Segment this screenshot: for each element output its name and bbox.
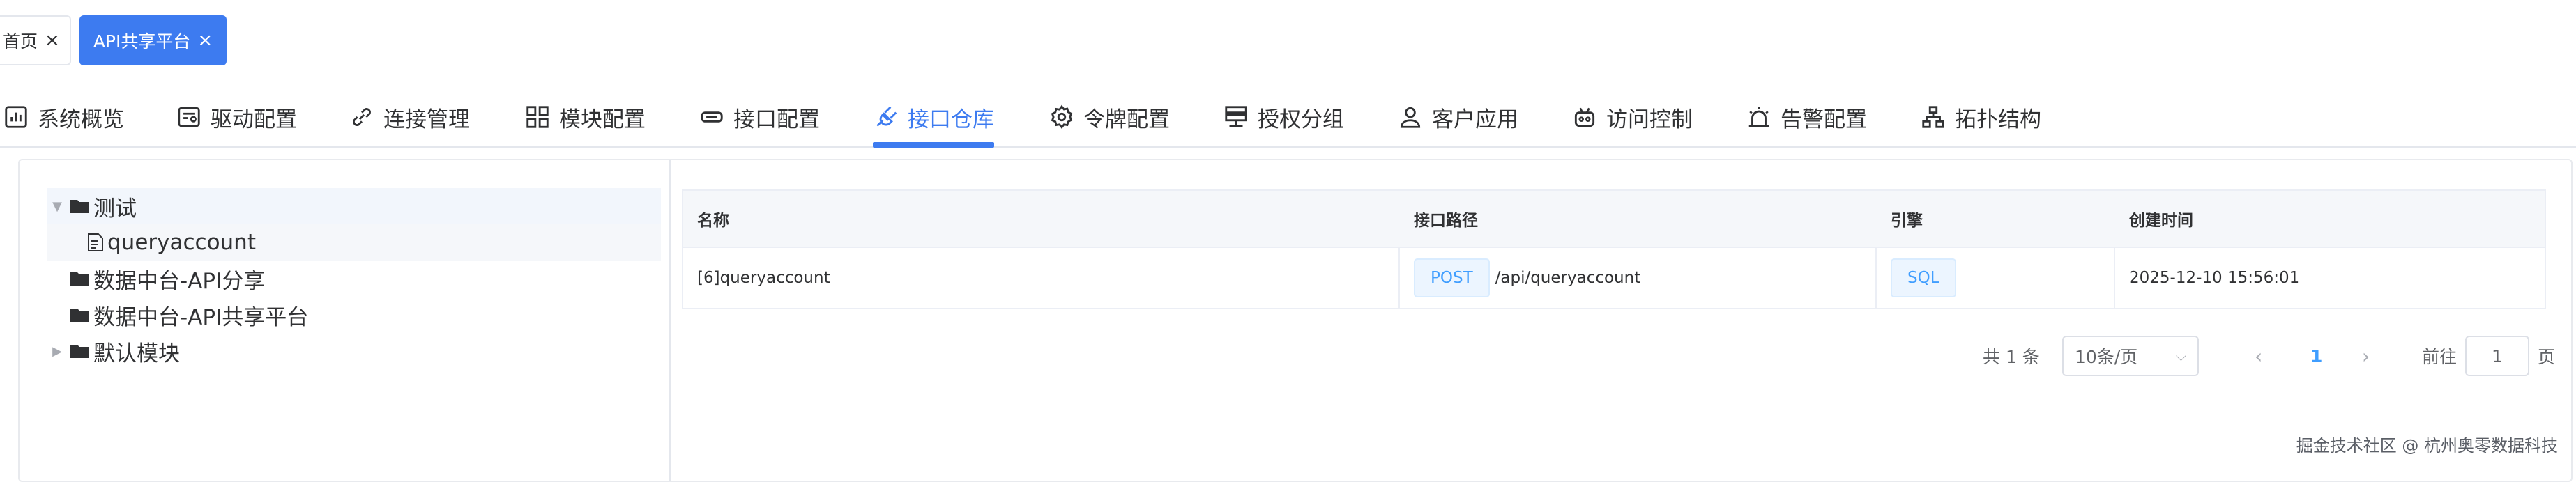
tab-system-overview[interactable]: 系统概览: [3, 88, 124, 146]
tab-client-apps[interactable]: 客户应用: [1397, 88, 1518, 146]
content-panel: ▼ 测试 queryaccount 数据中台-API分享 数据中台-API共享平…: [18, 159, 2573, 482]
tab-auth-group[interactable]: 授权分组: [1223, 88, 1344, 146]
tree-node-api-share[interactable]: 数据中台-API分享: [47, 261, 661, 297]
user-icon: [1400, 107, 1421, 128]
chevron-down-icon: ⌵: [2175, 348, 2186, 364]
tree-node-queryaccount[interactable]: queryaccount: [47, 224, 661, 261]
method-tag: POST: [1414, 258, 1490, 297]
pagination-total: 共 1 条: [1983, 347, 2040, 367]
tag-strip: 首页 × API共享平台 ×: [0, 15, 229, 65]
grid-icon: [526, 106, 549, 128]
tab-label: 客户应用: [1432, 107, 1518, 132]
folder-open-icon: [70, 200, 89, 213]
page-size-select[interactable]: 10条/页 ⌵: [2062, 336, 2199, 376]
plug-icon: [876, 106, 897, 127]
driver-icon: [178, 107, 200, 127]
tab-topology[interactable]: 拓扑结构: [1920, 88, 2041, 146]
bar-chart-icon: [5, 106, 27, 128]
tab-alarm-config[interactable]: 告警配置: [1746, 88, 1867, 146]
tab-interface-config[interactable]: 接口配置: [699, 88, 820, 146]
path-text: /api/queryaccount: [1495, 269, 1641, 287]
tab-label: 连接管理: [383, 107, 470, 132]
tag-api-platform-label: API共享平台: [93, 31, 191, 52]
tab-label: 系统概览: [38, 107, 124, 132]
engine-tag: SQL: [1891, 258, 1956, 297]
tag-api-platform[interactable]: API共享平台 ×: [79, 15, 227, 65]
tab-access-control[interactable]: 访问控制: [1571, 88, 1693, 146]
cell-path: POST /api/queryaccount: [1400, 248, 1877, 308]
tab-label: 令牌配置: [1083, 107, 1170, 132]
tree-node-label: queryaccount: [107, 230, 256, 255]
api-table: 名称 接口路径 引擎 创建时间 [6]queryaccount POST /ap…: [682, 189, 2546, 309]
page-number-current[interactable]: 1: [2310, 336, 2322, 376]
close-icon[interactable]: ×: [45, 31, 60, 49]
split-divider[interactable]: [669, 160, 671, 481]
file-icon: [88, 233, 103, 251]
tag-home-label: 首页: [3, 31, 38, 52]
watermark: 掘金技术社区 @ 杭州奥零数据科技: [2296, 436, 2558, 456]
robot-icon: [1574, 107, 1595, 127]
caret-down-icon[interactable]: ▼: [47, 199, 67, 214]
goto-page-input[interactable]: 1: [2465, 336, 2529, 376]
goto-label: 前往: [2422, 347, 2457, 367]
tab-label: 驱动配置: [211, 107, 297, 132]
tab-interface-repository[interactable]: 接口仓库: [873, 88, 994, 148]
prev-page-button[interactable]: ‹: [2255, 336, 2262, 376]
topology-icon: [1922, 106, 1944, 128]
gear-icon: [1051, 104, 1073, 130]
next-page-button[interactable]: ›: [2362, 336, 2370, 376]
tree-node-label: 数据中台-API共享平台: [93, 304, 309, 330]
alarm-icon: [1748, 107, 1769, 127]
folder-icon: [70, 309, 89, 322]
link-icon: [353, 108, 371, 126]
tab-connection-management[interactable]: 连接管理: [349, 88, 470, 146]
interface-icon: [701, 111, 723, 123]
column-header[interactable]: 接口路径: [1400, 191, 1877, 247]
tab-label: 接口配置: [733, 107, 820, 132]
column-header[interactable]: 引擎: [1877, 191, 2115, 247]
tag-home[interactable]: 首页 ×: [0, 15, 71, 65]
column-header[interactable]: 名称: [683, 191, 1400, 247]
tab-label: 访问控制: [1606, 107, 1693, 132]
column-header[interactable]: 创建时间: [2115, 191, 2543, 247]
close-icon[interactable]: ×: [197, 31, 213, 49]
cell-name: [6]queryaccount: [683, 248, 1400, 308]
tab-token-config[interactable]: 令牌配置: [1049, 88, 1170, 146]
table-row[interactable]: [6]queryaccount POST /api/queryaccount S…: [683, 248, 2545, 309]
page-size-value: 10条/页: [2075, 347, 2138, 367]
table-header: 名称 接口路径 引擎 创建时间: [683, 191, 2545, 248]
tree-node-label: 测试: [93, 196, 137, 221]
pagination: 共 1 条 10条/页 ⌵ ‹ 1 › 前往 1 页: [20, 336, 2555, 376]
main-tabs: 系统概览 驱动配置 连接管理 模块配置 接口配置 接口仓库 令牌配置 授权分组 …: [0, 88, 2576, 148]
tab-label: 接口仓库: [908, 107, 994, 132]
cell-created: 2025-12-10 15:56:01: [2129, 269, 2300, 287]
tab-label: 告警配置: [1781, 107, 1867, 132]
cell-engine: SQL: [1877, 248, 2115, 308]
tab-label: 授权分组: [1258, 107, 1344, 132]
tree-node-test[interactable]: ▼ 测试: [47, 188, 661, 224]
tree-node-label: 数据中台-API分享: [93, 268, 266, 294]
tab-module-config[interactable]: 模块配置: [524, 88, 646, 146]
folder-icon: [70, 272, 89, 286]
server-icon: [1225, 106, 1247, 127]
tab-driver-config[interactable]: 驱动配置: [176, 88, 297, 146]
tab-label: 拓扑结构: [1955, 107, 2041, 132]
tree-node-api-platform[interactable]: 数据中台-API共享平台: [47, 297, 661, 333]
page-suffix: 页: [2538, 347, 2556, 367]
tab-label: 模块配置: [559, 107, 646, 132]
